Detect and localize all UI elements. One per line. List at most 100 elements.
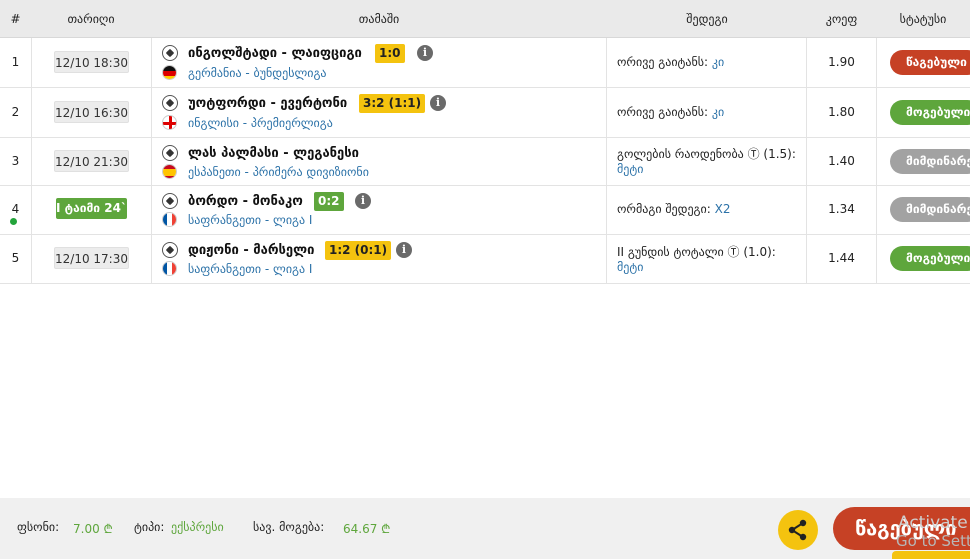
info-icon[interactable]: i xyxy=(417,45,433,61)
bet-market: გოლების რაოდენობა Ⓣ (1.5): xyxy=(617,147,796,161)
bet-selection: ორივე გაიტანს: კი xyxy=(617,105,802,120)
bet-pick: კი xyxy=(711,105,725,119)
league-name: ბუნდესლიგა xyxy=(253,66,327,80)
col-status-header: სტატუსი xyxy=(899,12,947,26)
bet-summary-footer: ფსონი: 7.00 ₾ ტიპი: ექსპრესი სავ. მოგება… xyxy=(0,498,970,559)
status-badge: მიმდინარე xyxy=(890,149,970,174)
league-info[interactable]: საფრანგეთი - ლიგა I xyxy=(188,213,312,227)
bet-selection: II გუნდის ტოტალი Ⓣ (1.0): მეტი xyxy=(617,245,802,275)
match-score: 1:2 (0:1) xyxy=(325,241,392,260)
bet-market: II გუნდის ტოტალი Ⓣ (1.0): xyxy=(617,245,776,259)
bet-odd: 1.40 xyxy=(828,154,855,168)
status-badge: მოგებული xyxy=(890,246,970,271)
info-icon[interactable]: i xyxy=(430,95,446,111)
bet-type-value: ექსპრესი xyxy=(171,520,224,534)
match-name[interactable]: ბორდო - მონაკო xyxy=(188,194,303,209)
table-row: 5 12/10 17:30 დიჟონი - მარსელი 1:2 (0:1)… xyxy=(0,235,970,284)
league-info[interactable]: საფრანგეთი - ლიგა I xyxy=(188,262,312,276)
table-header: # თარიღი თამაში შედეგი კოეფ სტატუსი xyxy=(0,0,970,38)
stake-value: 7.00 ₾ xyxy=(73,522,113,536)
bet-market: ორმაგი შედეგი: xyxy=(617,202,711,216)
flag-germany-icon xyxy=(162,65,177,80)
table-row: 2 12/10 16:30 უოტფორდი - ევერტონი 3:2 (1… xyxy=(0,88,970,138)
match-date: 12/10 21:30 xyxy=(54,150,129,172)
match-name[interactable]: ინგოლშტადი - ლაიფციგი xyxy=(188,46,362,61)
col-date-header: თარიღი xyxy=(67,12,115,26)
col-match-header: თამაში xyxy=(358,12,400,26)
table-row: 1 12/10 18:30 ინგოლშტადი - ლაიფციგი 1:0 … xyxy=(0,38,970,88)
bet-odd: 1.44 xyxy=(828,251,855,265)
country-name: გერმანია xyxy=(188,66,242,80)
match-score: 3:2 (1:1) xyxy=(359,94,426,113)
live-match-time: I ტაიმი 24` xyxy=(56,198,127,219)
bet-odd: 1.90 xyxy=(828,55,855,69)
match-name[interactable]: უოტფორდი - ევერტონი xyxy=(188,96,347,111)
bet-odd: 1.34 xyxy=(828,202,855,216)
league-separator: - xyxy=(261,213,274,227)
status-badge: წაგებული xyxy=(890,50,970,75)
col-odd-header: კოეფ xyxy=(825,12,858,26)
country-name: ესპანეთი xyxy=(188,165,241,179)
league-name: პრიმერა დივიზიონი xyxy=(252,165,369,179)
match-date: 12/10 18:30 xyxy=(54,51,129,73)
bet-pick: მეტი xyxy=(617,162,644,176)
table-row: 4 I ტაიმი 24` ბორდო - მონაკო 0:2 i საფრა… xyxy=(0,186,970,235)
bet-history-page: # თარიღი თამაში შედეგი კოეფ სტატუსი 1 12… xyxy=(0,0,970,559)
match-name[interactable]: დიჟონი - მარსელი xyxy=(188,243,314,258)
settings-watermark: Go to Setti xyxy=(896,532,970,550)
possible-win-value: 64.67 ₾ xyxy=(343,522,391,536)
bet-odd: 1.80 xyxy=(828,105,855,119)
row-number: 4 xyxy=(11,202,20,216)
status-badge: მიმდინარე xyxy=(890,197,970,222)
league-info[interactable]: ინგლისი - პრემიერლიგა xyxy=(188,116,333,130)
country-name: ინგლისი xyxy=(188,116,239,130)
row-number: 2 xyxy=(11,105,20,119)
bet-selection: ორივე გაიტანს: კი xyxy=(617,55,802,70)
soccer-ball-icon xyxy=(162,193,178,209)
flag-spain-icon xyxy=(162,164,177,179)
row-number: 1 xyxy=(11,55,20,69)
table-row: 3 12/10 21:30 ლას პალმასი - ლეგანესი ესპ… xyxy=(0,138,970,186)
live-indicator-dot xyxy=(10,218,17,225)
col-number-header: # xyxy=(10,12,21,26)
bet-type-label: ტიპი: xyxy=(134,520,165,534)
soccer-ball-icon xyxy=(162,145,178,161)
flag-england-icon xyxy=(162,115,177,130)
league-info[interactable]: გერმანია - ბუნდესლიგა xyxy=(188,66,327,80)
stake-label: ფსონი: xyxy=(17,520,60,534)
country-name: საფრანგეთი xyxy=(188,262,262,276)
match-date: 12/10 17:30 xyxy=(54,247,129,269)
row-number: 5 xyxy=(11,251,20,265)
status-badge: მოგებული xyxy=(890,100,970,125)
activate-watermark: Activate xyxy=(898,513,968,533)
info-icon[interactable]: i xyxy=(396,242,412,258)
league-separator: - xyxy=(261,262,274,276)
flag-france-icon xyxy=(162,261,177,276)
possible-win-label: სავ. მოგება: xyxy=(253,520,325,534)
col-bet-header: შედეგი xyxy=(686,12,728,26)
soccer-ball-icon xyxy=(162,95,178,111)
league-name: ლიგა I xyxy=(273,262,313,276)
bet-pick: კი xyxy=(711,55,725,69)
bet-selection: ორმაგი შედეგი: X2 xyxy=(617,202,802,217)
info-icon[interactable]: i xyxy=(355,193,371,209)
match-score: 0:2 xyxy=(314,192,344,211)
bet-selection: გოლების რაოდენობა Ⓣ (1.5): მეტი xyxy=(617,147,802,177)
bet-market: ორივე გაიტანს: xyxy=(617,105,709,119)
match-score: 1:0 xyxy=(375,44,405,63)
share-button[interactable] xyxy=(778,510,818,550)
share-icon xyxy=(788,519,807,541)
league-name: პრემიერლიგა xyxy=(250,116,333,130)
soccer-ball-icon xyxy=(162,242,178,258)
league-separator: - xyxy=(240,165,253,179)
league-separator: - xyxy=(238,116,251,130)
bet-pick: X2 xyxy=(714,202,731,216)
flag-france-icon xyxy=(162,212,177,227)
corner-bar xyxy=(892,551,970,559)
match-date: 12/10 16:30 xyxy=(54,101,129,123)
bet-pick: მეტი xyxy=(617,260,644,274)
league-info[interactable]: ესპანეთი - პრიმერა დივიზიონი xyxy=(188,165,369,179)
soccer-ball-icon xyxy=(162,45,178,61)
row-number: 3 xyxy=(11,154,20,168)
match-name[interactable]: ლას პალმასი - ლეგანესი xyxy=(188,146,359,161)
